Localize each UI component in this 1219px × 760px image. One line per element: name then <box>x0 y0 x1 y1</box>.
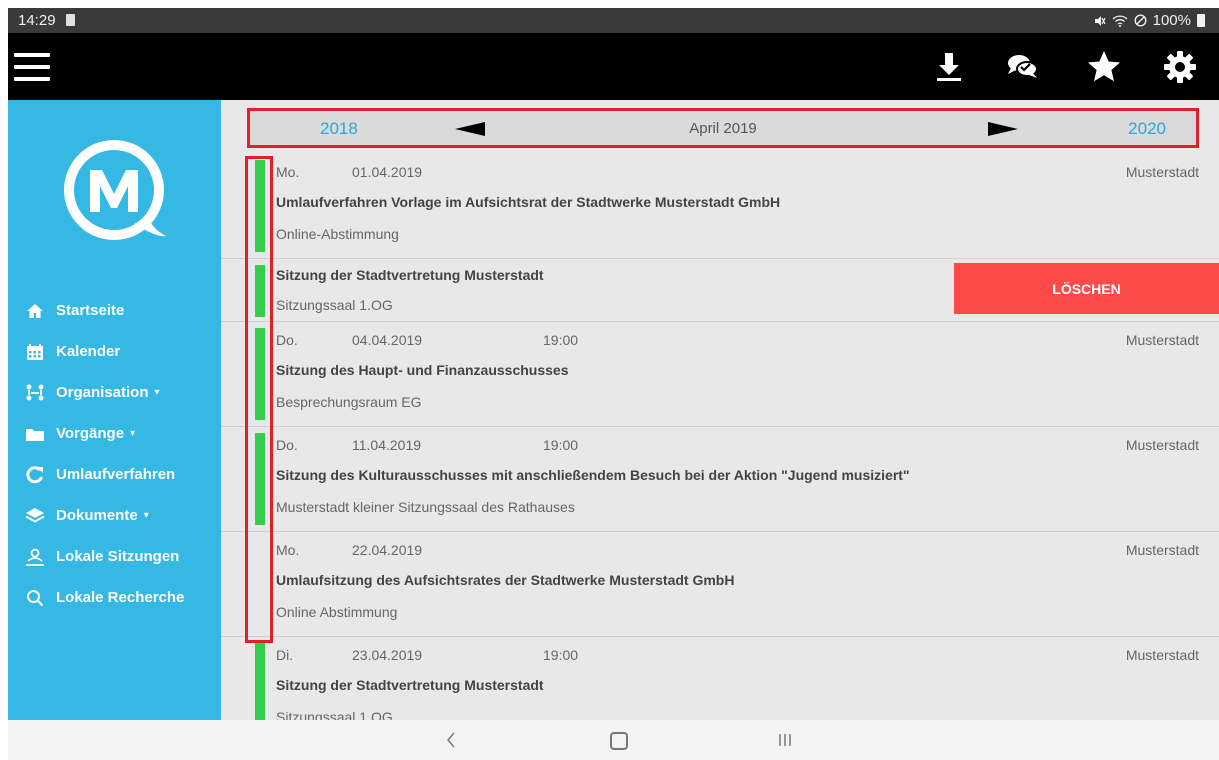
event-weekday: Do. <box>276 332 298 348</box>
event-weekday: Do. <box>276 437 298 453</box>
sidebar-item-vorgaenge[interactable]: Vorgänge ▾ <box>8 413 221 454</box>
star-icon[interactable] <box>1086 49 1122 85</box>
event-place: Musterstadt <box>1125 647 1199 663</box>
event-time: 19:00 <box>543 647 579 663</box>
battery-icon <box>1197 14 1205 27</box>
sidebar-item-label: Lokale Recherche <box>56 589 185 606</box>
next-month-arrow-icon[interactable] <box>988 122 1018 136</box>
chat-icon[interactable] <box>1004 49 1040 85</box>
event-room: Musterstadt kleiner Sitzungssaal des Rat… <box>276 499 575 515</box>
status-flag <box>255 643 265 720</box>
event-title: Sitzung der Stadtvertretung Musterstadt <box>276 267 544 283</box>
event-place: Musterstadt <box>1125 332 1199 348</box>
event-date: 11.04.2019 <box>352 437 422 453</box>
sidebar-item-label: Startseite <box>56 302 125 319</box>
sidebar-item-organisation[interactable]: Organisation ▾ <box>8 372 221 413</box>
sidebar-item-umlaufverfahren[interactable]: Umlaufverfahren <box>8 454 221 495</box>
event-item[interactable]: Sitzung der Stadtvertretung Musterstadt … <box>221 259 1219 322</box>
mute-icon <box>1094 15 1106 26</box>
download-icon[interactable] <box>931 49 967 85</box>
event-item[interactable]: Di. 23.04.2019 19:00 Musterstadt Sitzung… <box>221 637 1219 720</box>
home-icon <box>24 301 46 321</box>
sidebar-item-lokale-sitzungen[interactable]: Lokale Sitzungen <box>8 536 221 577</box>
event-list: Mo. 01.04.2019 Musterstadt Umlaufverfahr… <box>221 154 1219 720</box>
status-flag <box>255 433 265 525</box>
search-icon <box>24 588 46 608</box>
month-navigator: 2018 April 2019 2020 <box>247 108 1199 148</box>
event-weekday: Mo. <box>276 164 300 180</box>
menu-icon[interactable] <box>14 53 50 81</box>
sidebar-item-lokale-recherche[interactable]: Lokale Recherche <box>8 577 221 618</box>
event-room: Sitzungssaal 1.OG <box>276 709 393 720</box>
home-button-icon[interactable] <box>610 732 628 750</box>
current-month-label: April 2019 <box>689 120 757 137</box>
gear-icon[interactable] <box>1162 49 1198 85</box>
event-title: Sitzung der Stadtvertretung Musterstadt <box>276 677 544 693</box>
event-title: Umlaufsitzung des Aufsichtsrates der Sta… <box>276 572 735 588</box>
layers-icon <box>24 506 46 526</box>
status-bar: 14:29 100% <box>8 8 1219 33</box>
tablet-screen: 14:29 100% Startseite Kalender Organisat… <box>8 8 1219 760</box>
event-item[interactable]: Do. 04.04.2019 19:00 Musterstadt Sitzung… <box>221 322 1219 427</box>
event-room: Online-Abstimmung <box>276 226 399 242</box>
caret-down-icon: ▾ <box>130 428 136 439</box>
event-time: 19:00 <box>543 332 579 348</box>
event-room: Besprechungsraum EG <box>276 394 422 410</box>
event-weekday: Di. <box>276 647 294 663</box>
sidebar-item-label: Organisation <box>56 384 149 401</box>
folder-icon <box>24 424 46 444</box>
event-date: 22.04.2019 <box>352 542 423 558</box>
event-place: Musterstadt <box>1125 437 1199 453</box>
block-icon <box>1134 14 1147 27</box>
sidebar-nav: Startseite Kalender Organisation ▾ Vorgä… <box>8 290 221 618</box>
wifi-icon <box>1112 14 1128 27</box>
app-logo <box>64 140 166 240</box>
event-item[interactable]: Mo. 22.04.2019 Musterstadt Umlaufsitzung… <box>221 532 1219 637</box>
event-place: Musterstadt <box>1125 164 1199 180</box>
event-title: Sitzung des Kulturausschusses mit anschl… <box>276 467 910 483</box>
org-icon <box>24 383 46 403</box>
event-title: Umlaufverfahren Vorlage im Aufsichtsrat … <box>276 194 781 210</box>
event-date: 01.04.2019 <box>352 164 423 180</box>
sidebar-item-dokumente[interactable]: Dokumente ▾ <box>8 495 221 536</box>
next-year-link[interactable]: 2020 <box>1128 119 1166 139</box>
status-flag <box>255 328 265 420</box>
event-item[interactable]: Do. 11.04.2019 19:00 Musterstadt Sitzung… <box>221 427 1219 532</box>
refresh-icon <box>24 465 46 485</box>
recent-apps-icon[interactable] <box>778 733 792 747</box>
calendar-main: 2018 April 2019 2020 Mo. 01.04.2019 Must… <box>221 100 1219 720</box>
event-date: 23.04.2019 <box>352 647 423 663</box>
sidebar-item-label: Kalender <box>56 343 121 360</box>
battery-percent: 100% <box>1152 12 1191 29</box>
map-person-icon <box>24 547 46 567</box>
app-bar <box>8 33 1219 100</box>
sim-icon <box>66 14 75 26</box>
sidebar-item-label: Vorgänge <box>56 425 125 442</box>
caret-down-icon: ▾ <box>154 387 160 398</box>
sidebar: Startseite Kalender Organisation ▾ Vorgä… <box>8 100 221 720</box>
event-date: 04.04.2019 <box>352 332 423 348</box>
event-place: Musterstadt <box>1125 542 1199 558</box>
status-flag <box>255 160 265 252</box>
back-icon[interactable] <box>446 732 456 748</box>
delete-button[interactable]: LÖSCHEN <box>954 263 1219 314</box>
system-nav-bar <box>8 720 1219 760</box>
status-flag <box>255 265 265 317</box>
event-weekday: Mo. <box>276 542 300 558</box>
calendar-icon <box>24 342 46 362</box>
status-right: 100% <box>1094 12 1205 29</box>
event-title: Sitzung des Haupt- und Finanzausschusses <box>276 362 569 378</box>
event-room: Sitzungssaal 1.OG <box>276 297 393 313</box>
sidebar-item-label: Lokale Sitzungen <box>56 548 180 565</box>
status-time: 14:29 <box>18 12 56 29</box>
event-item[interactable]: Mo. 01.04.2019 Musterstadt Umlaufverfahr… <box>221 154 1219 259</box>
caret-down-icon: ▾ <box>143 510 149 521</box>
sidebar-item-kalender[interactable]: Kalender <box>8 331 221 372</box>
sidebar-item-startseite[interactable]: Startseite <box>8 290 221 331</box>
event-time: 19:00 <box>543 437 579 453</box>
sidebar-item-label: Umlaufverfahren <box>56 466 176 483</box>
event-room: Online Abstimmung <box>276 604 398 620</box>
sidebar-item-label: Dokumente <box>56 507 138 524</box>
